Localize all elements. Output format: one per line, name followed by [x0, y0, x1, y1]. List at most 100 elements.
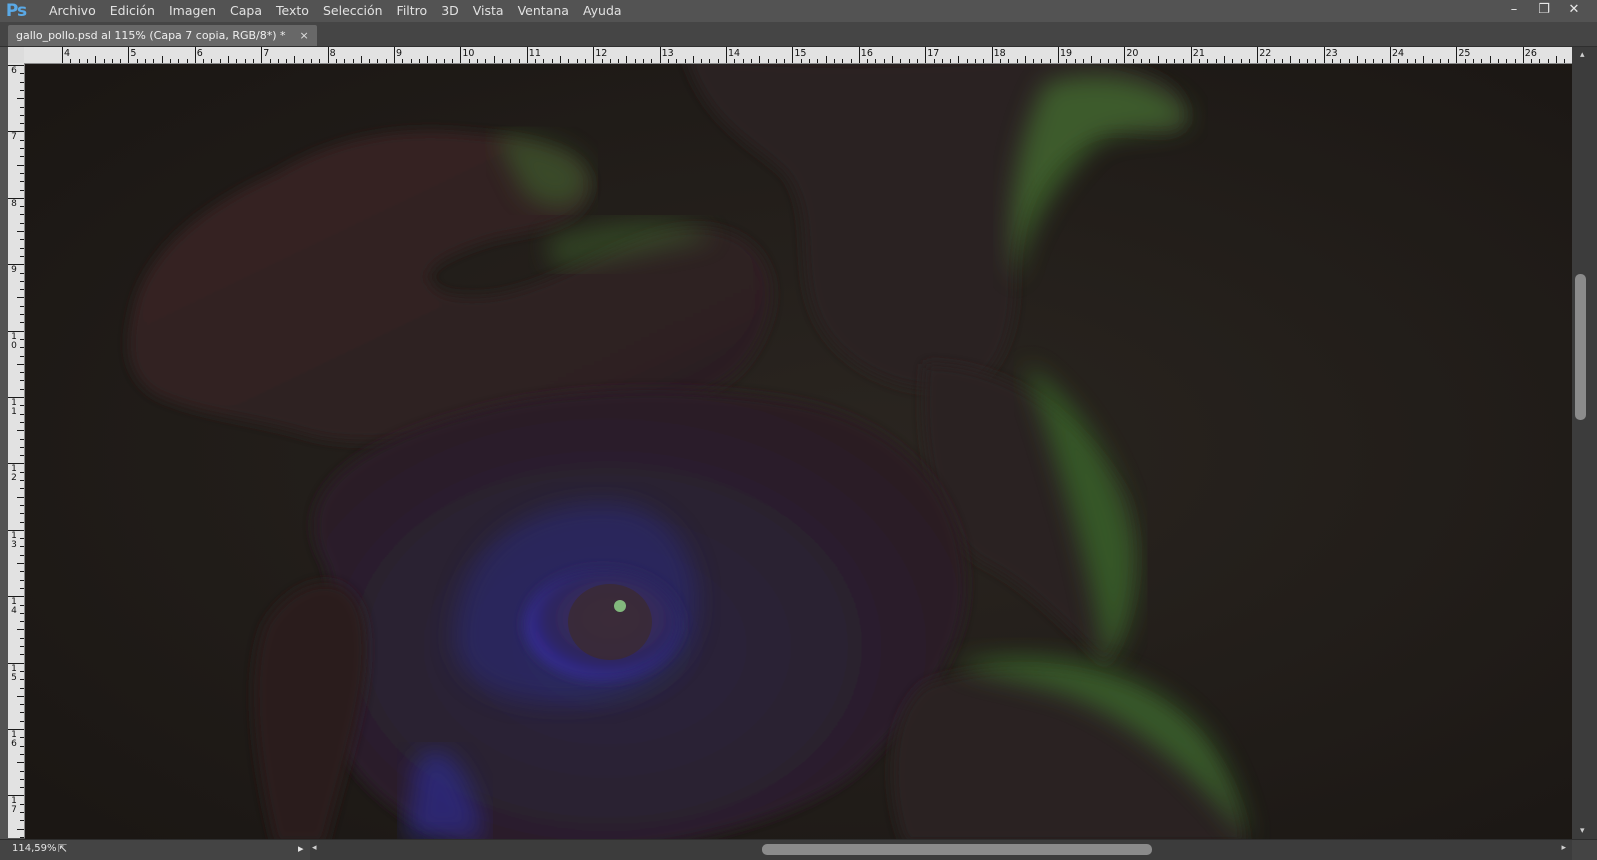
- ruler-minor-tick: [601, 59, 603, 63]
- ruler-minor-tick: [1290, 56, 1292, 63]
- ruler-minor-tick: [20, 89, 24, 91]
- ruler-minor-tick: [999, 59, 1001, 63]
- ruler-minor-tick: [20, 820, 24, 822]
- vertical-ruler[interactable]: 6 7 8 9 10 11 12 13 14 15 16 17: [8, 63, 25, 838]
- menu-item-edicion[interactable]: Edición: [103, 0, 162, 22]
- menu-item-3d[interactable]: 3D: [434, 0, 466, 22]
- menu-item-filtro[interactable]: Filtro: [390, 0, 435, 22]
- menu-item-ayuda[interactable]: Ayuda: [576, 0, 629, 22]
- scroll-left-icon[interactable]: ◂: [312, 843, 317, 853]
- ruler-minor-tick: [1116, 59, 1118, 63]
- ruler-minor-tick: [344, 59, 346, 63]
- document-canvas[interactable]: [25, 64, 1572, 839]
- ruler-label: 6: [196, 48, 203, 59]
- ruler-minor-tick: [20, 347, 24, 349]
- ruler-minor-tick: [17, 297, 24, 299]
- ruler-minor-tick: [369, 59, 371, 63]
- ruler-label: 26: [1524, 48, 1537, 59]
- horizontal-scroll-thumb[interactable]: [762, 844, 1152, 855]
- ruler-label: 8: [329, 48, 336, 59]
- ruler-minor-tick: [576, 59, 578, 63]
- ruler-minor-tick: [908, 59, 910, 63]
- ruler-minor-tick: [20, 679, 24, 681]
- ruler-major-tick: [925, 47, 927, 63]
- ruler-minor-tick: [20, 654, 24, 656]
- scroll-up-icon[interactable]: ▴: [1580, 50, 1585, 60]
- ruler-minor-tick: [568, 59, 570, 63]
- ruler-label: 12: [11, 464, 17, 484]
- ruler-minor-tick: [17, 164, 24, 166]
- ruler-minor-tick: [1132, 59, 1134, 63]
- ruler-minor-tick: [17, 231, 24, 232]
- status-menu-arrow-icon[interactable]: ▸: [298, 842, 304, 855]
- ruler-minor-tick: [750, 59, 752, 63]
- ruler-minor-tick: [219, 59, 221, 63]
- menu-item-texto[interactable]: Texto: [269, 0, 316, 22]
- ruler-minor-tick: [20, 737, 24, 739]
- rooster-artwork-image: [25, 64, 1572, 839]
- ruler-label: 13: [661, 48, 674, 59]
- ruler-minor-tick: [892, 56, 893, 63]
- ruler-minor-tick: [20, 621, 24, 623]
- menu-item-ventana[interactable]: Ventana: [511, 0, 576, 22]
- ruler-major-tick: [460, 47, 462, 63]
- menu-item-vista[interactable]: Vista: [466, 0, 511, 22]
- ruler-minor-tick: [634, 59, 636, 63]
- ruler-minor-tick: [78, 59, 80, 63]
- ruler-minor-tick: [941, 59, 943, 63]
- ruler-minor-tick: [20, 214, 24, 216]
- ruler-minor-tick: [20, 247, 24, 249]
- document-tab[interactable]: gallo_pollo.psd al 115% (Capa 7 copia, R…: [8, 25, 317, 46]
- ruler-minor-tick: [609, 59, 611, 63]
- ruler-minor-tick: [20, 587, 24, 589]
- ruler-label: 23: [1325, 48, 1338, 59]
- scroll-down-icon[interactable]: ▾: [1580, 826, 1585, 836]
- ruler-minor-tick: [1107, 59, 1109, 63]
- ruler-minor-tick: [427, 56, 429, 63]
- ruler-label: 21: [1192, 48, 1205, 59]
- ruler-minor-tick: [443, 59, 445, 63]
- restore-button[interactable]: ❐: [1529, 0, 1559, 18]
- ruler-minor-tick: [468, 59, 470, 63]
- menu-item-capa[interactable]: Capa: [223, 0, 269, 22]
- ruler-origin[interactable]: [8, 47, 25, 64]
- ruler-minor-tick: [1273, 59, 1275, 63]
- ruler-major-tick: [991, 47, 993, 63]
- ruler-minor-tick: [1182, 59, 1184, 63]
- tab-close-icon[interactable]: ×: [300, 25, 309, 46]
- horizontal-ruler[interactable]: 4 5 6 7 8 9 10 11 12 13 14 15 16 17 18 19 20 21 22 23 24 25 26: [24, 47, 1572, 64]
- ruler-minor-tick: [17, 363, 24, 365]
- vertical-scrollbar[interactable]: ▴ ▾: [1572, 47, 1597, 839]
- menu-item-archivo[interactable]: Archivo: [42, 0, 103, 22]
- ruler-minor-tick: [1497, 59, 1499, 63]
- ruler-minor-tick: [20, 289, 24, 291]
- close-button[interactable]: ✕: [1559, 0, 1589, 18]
- share-icon[interactable]: ⇱: [58, 842, 72, 855]
- minimize-button[interactable]: –: [1499, 0, 1529, 18]
- ruler-minor-tick: [20, 554, 24, 556]
- ruler-minor-tick: [966, 59, 968, 63]
- vertical-scroll-thumb[interactable]: [1575, 274, 1586, 420]
- ruler-minor-tick: [203, 59, 205, 63]
- zoom-level[interactable]: 114,59%: [12, 843, 57, 854]
- ruler-minor-tick: [418, 59, 420, 63]
- ruler-minor-tick: [186, 59, 188, 63]
- ruler-minor-tick: [1066, 59, 1068, 63]
- menu-item-imagen[interactable]: Imagen: [162, 0, 223, 22]
- ruler-minor-tick: [1024, 56, 1026, 63]
- window-controls: – ❐ ✕: [1499, 0, 1589, 22]
- ruler-minor-tick: [20, 538, 24, 540]
- ruler-label: 6: [11, 66, 17, 76]
- ruler-minor-tick: [302, 59, 304, 63]
- ruler-minor-tick: [178, 59, 180, 63]
- ruler-label: 25: [1458, 48, 1471, 59]
- scroll-right-icon[interactable]: ▸: [1561, 843, 1566, 853]
- photoshop-logo-icon[interactable]: Ps: [2, 0, 30, 22]
- ruler-minor-tick: [1165, 59, 1167, 63]
- ruler-minor-tick: [833, 59, 835, 63]
- ruler-minor-tick: [20, 139, 24, 141]
- ruler-minor-tick: [1049, 59, 1051, 63]
- ruler-minor-tick: [717, 59, 719, 63]
- menu-item-seleccion[interactable]: Selección: [316, 0, 390, 22]
- horizontal-scrollbar[interactable]: ◂ ▸: [310, 840, 1572, 860]
